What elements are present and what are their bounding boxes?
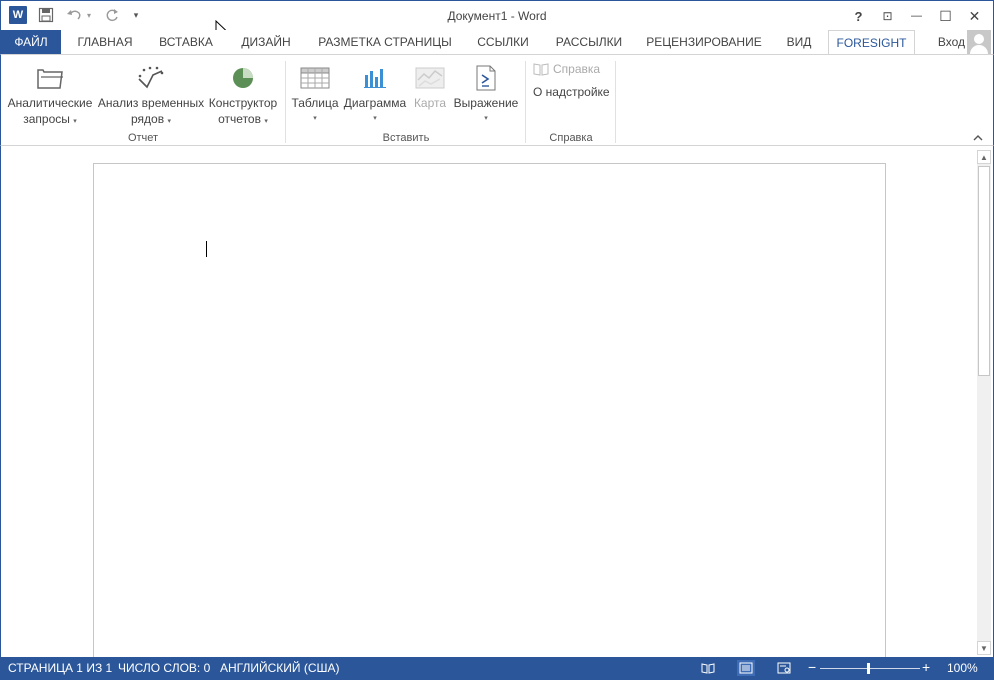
tab-view[interactable]: ВИД [779,30,819,54]
word-count[interactable]: ЧИСЛО СЛОВ: 0 [118,661,210,675]
insert-map-button[interactable]: Карта [411,61,449,111]
customize-qat-icon[interactable]: ▾ [131,6,141,24]
chevron-down-icon: ▾ [373,115,377,122]
tab-insert[interactable]: ВСТАВКА [151,30,221,54]
insert-table-button[interactable]: Таблица ▾ [290,61,340,127]
book-icon [533,63,549,76]
group-label-help: Справка [549,132,593,144]
insert-expression-label: Выражение [453,96,519,110]
analytic-queries-label-2: запросы [23,112,70,126]
help-ribbon-button[interactable]: Справка [533,62,600,76]
analytic-queries-label: Аналитические [7,96,93,110]
scroll-up-icon[interactable]: ▲ [977,150,991,164]
time-series-label-2: рядов [131,112,165,126]
chevron-down-icon: ▾ [167,118,171,125]
print-layout-icon[interactable] [737,660,755,676]
analytic-queries-icon [6,61,94,95]
avatar[interactable] [967,30,991,54]
zoom-in-button[interactable]: + [922,659,930,675]
status-bar: СТРАНИЦА 1 ИЗ 1 ЧИСЛО СЛОВ: 0 АНГЛИЙСКИЙ… [0,657,994,680]
ribbon: Аналитические запросы ▾ Анализ временных… [0,54,994,146]
collapse-ribbon-icon[interactable] [973,133,983,144]
scrollbar-thumb[interactable] [978,166,990,376]
zoom-slider-thumb[interactable] [867,663,870,674]
expression-icon [451,61,521,95]
tab-review[interactable]: РЕЦЕНЗИРОВАНИЕ [641,30,767,54]
group-label-insert: Вставить [382,132,430,144]
tab-foresight[interactable]: FORESIGHT [828,30,915,55]
insert-chart-button[interactable]: Диаграмма ▾ [342,61,408,127]
zoom-out-button[interactable]: − [808,659,816,675]
report-builder-button[interactable]: Конструктор отчетов ▾ [207,61,279,130]
ribbon-tabs: ФАЙЛ ГЛАВНАЯ ВСТАВКА ДИЗАЙН РАЗМЕТКА СТР… [0,30,994,55]
tab-references[interactable]: ССЫЛКИ [471,30,535,54]
minimize-button[interactable]: — [902,5,931,27]
read-mode-icon[interactable] [699,660,717,676]
help-button[interactable]: ? [844,5,873,27]
web-layout-icon[interactable] [775,660,793,676]
tab-file[interactable]: ФАЙЛ [1,30,61,54]
maximize-button[interactable]: ☐ [931,5,960,27]
report-builder-label: Конструктор [208,96,278,110]
redo-icon[interactable] [103,6,121,24]
login-link[interactable]: Вход [938,35,965,49]
zoom-level[interactable]: 100% [947,661,978,675]
vertical-scrollbar[interactable]: ▲ ▼ [977,150,991,655]
tab-layout[interactable]: РАЗМЕТКА СТРАНИЦЫ [311,30,459,54]
save-icon[interactable] [37,6,55,24]
zoom-slider[interactable] [820,668,920,669]
help-ribbon-label: Справка [553,62,601,76]
report-builder-label-2: отчетов [218,112,261,126]
quick-access-toolbar: W ▾ ▾ [9,6,141,24]
scroll-down-icon[interactable]: ▼ [977,641,991,655]
tab-mailings[interactable]: РАССЫЛКИ [549,30,629,54]
map-icon [411,61,449,95]
insert-expression-button[interactable]: Выражение ▾ [451,61,521,127]
ribbon-display-options-button[interactable]: ⊡ [873,5,902,27]
chevron-down-icon: ▾ [73,118,77,125]
tab-design[interactable]: ДИЗАЙН [233,30,299,54]
undo-dropdown-icon[interactable]: ▾ [85,6,93,24]
chevron-down-icon: ▾ [313,115,317,122]
chart-icon [342,61,408,95]
report-builder-icon [207,61,279,95]
group-separator [615,61,616,143]
close-button[interactable]: ✕ [960,5,989,27]
about-addin-button[interactable]: О надстройке [533,85,610,99]
analytic-queries-button[interactable]: Аналитические запросы ▾ [6,61,94,130]
group-label-report: Отчет [127,132,159,144]
table-icon [290,61,340,95]
group-separator [525,61,526,143]
word-logo-icon[interactable]: W [9,6,27,24]
document-page[interactable] [93,163,886,663]
insert-map-label: Карта [413,96,447,110]
chevron-down-icon: ▾ [484,115,488,122]
insert-table-label: Таблица [291,96,339,110]
text-cursor [206,241,207,257]
language-indicator[interactable]: АНГЛИЙСКИЙ (США) [220,661,340,675]
time-series-label: Анализ временных [97,96,205,110]
insert-chart-label: Диаграмма [343,96,407,110]
title-bar: W ▾ ▾ Документ1 - Word ? ⊡ — ☐ ✕ [0,0,994,39]
page-count[interactable]: СТРАНИЦА 1 ИЗ 1 [8,661,112,675]
time-series-button[interactable]: Анализ временных рядов ▾ [97,61,205,130]
tab-home[interactable]: ГЛАВНАЯ [69,30,141,54]
document-area[interactable]: ▲ ▼ [0,146,994,663]
undo-icon[interactable] [65,6,83,24]
chevron-down-icon: ▾ [264,118,268,125]
group-separator [285,61,286,143]
time-series-icon [97,61,205,95]
